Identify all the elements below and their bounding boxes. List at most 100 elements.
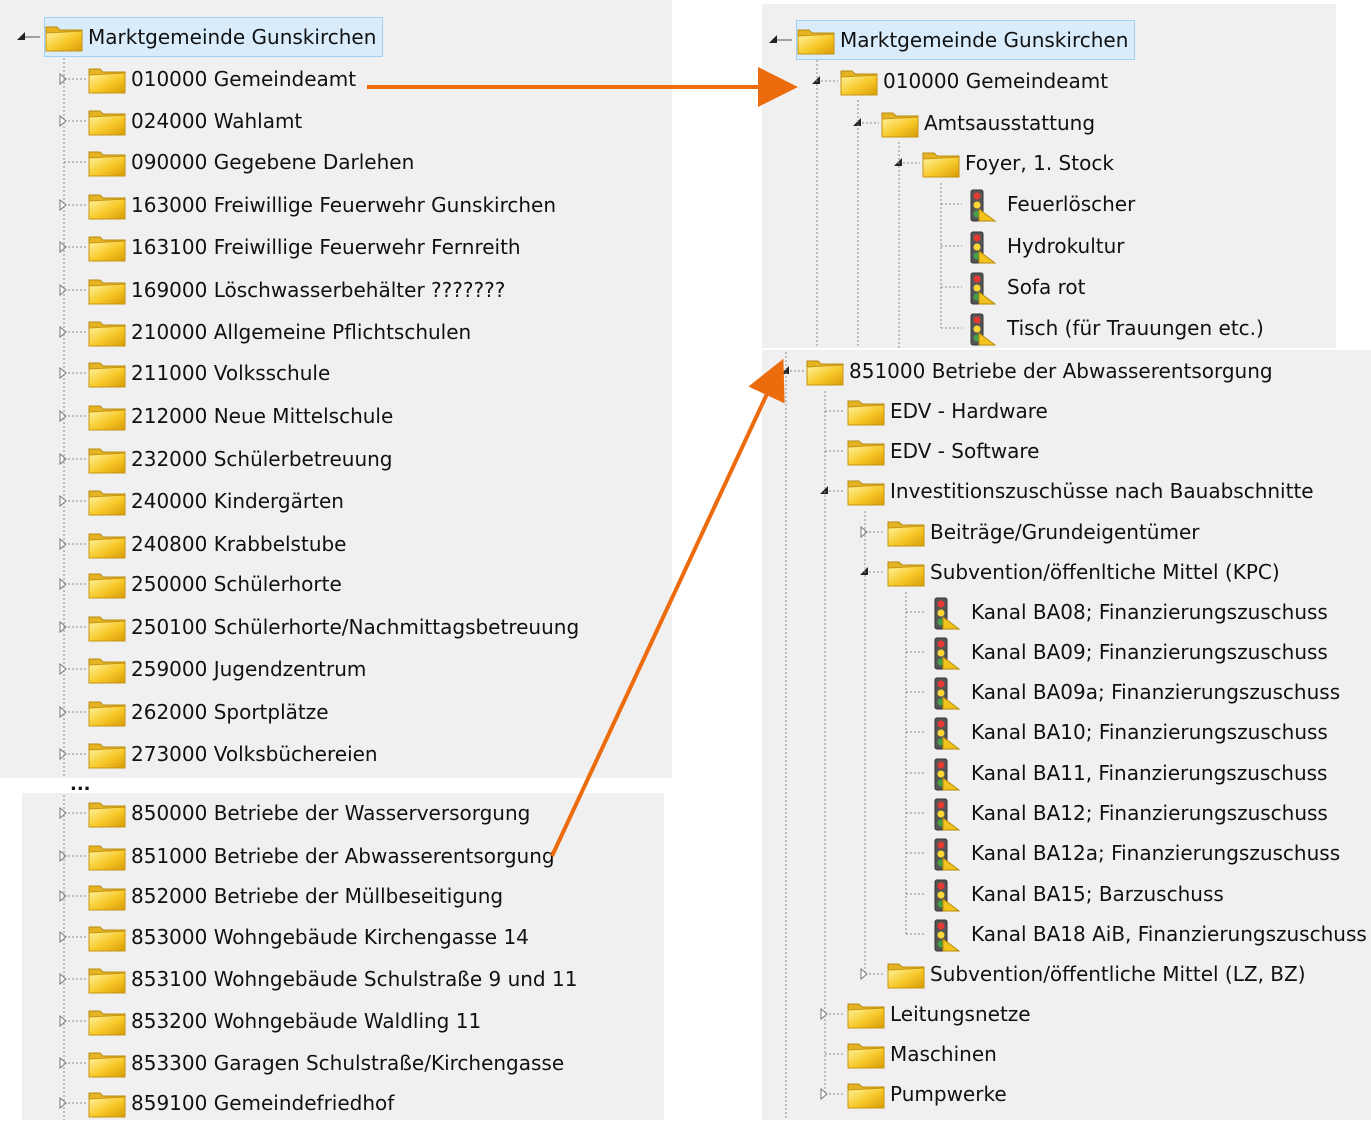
tree-item-label: 232000 Schülerbetreuung: [131, 447, 393, 471]
folder-icon: [88, 612, 126, 642]
folder-icon: [88, 529, 126, 559]
tree-item[interactable]: Leitungsnetze: [847, 994, 1031, 1034]
tree-item[interactable]: 163000 Freiwillige Feuerwehr Gunskirchen: [88, 185, 556, 225]
tree-item[interactable]: 273000 Volksbüchereien: [88, 734, 378, 774]
tree-item-label: 090000 Gegebene Darlehen: [131, 150, 415, 174]
tree-item[interactable]: 851000 Betriebe der Abwasserentsorgung: [806, 351, 1273, 391]
tree-item-label: 163000 Freiwillige Feuerwehr Gunskirchen: [131, 193, 557, 217]
tree-item[interactable]: Foyer, 1. Stock: [922, 143, 1114, 183]
traffic-light-icon: [928, 919, 966, 952]
tree-item[interactable]: 853200 Wohngebäude Waldling 11: [88, 1001, 481, 1041]
tree-item-label: 024000 Wahlamt: [131, 109, 303, 133]
tree-item-label: Kanal BA08; Finanzierungszuschuss: [971, 600, 1328, 624]
tree-item[interactable]: Beiträge/Grundeigentümer: [887, 512, 1199, 552]
tree-item-label: 211000 Volksschule: [131, 361, 331, 385]
tree-item-label: Amtsausstattung: [924, 111, 1096, 135]
tree-item[interactable]: Amtsausstattung: [881, 103, 1095, 143]
tree-item-label: 169000 Löschwasserbehälter ???????: [131, 278, 506, 302]
tree-item-label: 853200 Wohngebäude Waldling 11: [131, 1009, 482, 1033]
tree-item[interactable]: 024000 Wahlamt: [88, 101, 302, 141]
tree-item[interactable]: EDV - Software: [847, 431, 1039, 471]
tree-item[interactable]: Kanal BA18 AiB, Finanzierungszuschuss: [928, 914, 1367, 954]
tree-item[interactable]: Kanal BA15; Barzuschuss: [928, 874, 1224, 914]
folder-icon: [847, 396, 885, 426]
tree-item[interactable]: Tisch (für Trauungen etc.): [964, 308, 1264, 348]
folder-icon: [881, 108, 919, 138]
tree-item[interactable]: 853100 Wohngebäude Schulstraße 9 und 11: [88, 959, 577, 999]
tree-item-label: Maschinen: [890, 1042, 997, 1066]
folder-icon: [847, 1039, 885, 1069]
tree-item[interactable]: 859100 Gemeindefriedhof: [88, 1083, 394, 1123]
folder-icon: [88, 486, 126, 516]
tree-item[interactable]: Hydrokultur: [964, 226, 1125, 266]
tree-item[interactable]: Kanal BA11, Finanzierungszuschuss: [928, 753, 1327, 793]
tree-item[interactable]: Kanal BA12; Finanzierungszuschuss: [928, 793, 1328, 833]
tree-item-label: Kanal BA09; Finanzierungszuschuss: [971, 640, 1328, 664]
tree-item[interactable]: 212000 Neue Mittelschule: [88, 396, 393, 436]
folder-icon: [887, 959, 925, 989]
tree-item[interactable]: 853300 Garagen Schulstraße/Kirchengasse: [88, 1043, 564, 1083]
tree-item-label: Kanal BA11, Finanzierungszuschuss: [971, 761, 1328, 785]
tree-root[interactable]: Marktgemeinde Gunskirchen: [796, 20, 1136, 60]
tree-item[interactable]: 850000 Betriebe der Wasserversorgung: [88, 793, 530, 833]
tree-item[interactable]: 211000 Volksschule: [88, 353, 330, 393]
tree-item[interactable]: 853000 Wohngebäude Kirchengasse 14: [88, 917, 529, 957]
tree-item[interactable]: 262000 Sportplätze: [88, 692, 329, 732]
tree-item-label: EDV - Hardware: [890, 399, 1048, 423]
tree-item-label: 010000 Gemeindeamt: [883, 69, 1109, 93]
tree-item[interactable]: Sofa rot: [964, 267, 1085, 307]
tree-item[interactable]: Feuerlöscher: [964, 184, 1135, 224]
tree-item[interactable]: Maschinen: [847, 1034, 997, 1074]
tree-item[interactable]: 852000 Betriebe der Müllbeseitigung: [88, 876, 503, 916]
tree-item[interactable]: Kanal BA09a; Finanzierungszuschuss: [928, 672, 1340, 712]
folder-icon: [88, 964, 126, 994]
tree-item[interactable]: 163100 Freiwillige Feuerwehr Fernreith: [88, 227, 521, 267]
tree-item[interactable]: Investitionszuschüsse nach Bauabschnitte: [847, 471, 1314, 511]
folder-icon: [88, 922, 126, 952]
tree-item[interactable]: 250000 Schülerhorte: [88, 564, 342, 604]
tree-item[interactable]: Subvention/öffentliche Mittel (LZ, BZ): [887, 954, 1306, 994]
tree-root[interactable]: Marktgemeinde Gunskirchen: [44, 17, 384, 57]
tree-item[interactable]: 090000 Gegebene Darlehen: [88, 142, 414, 182]
tree-item[interactable]: 010000 Gemeindeamt: [840, 61, 1108, 101]
tree-item-label: Tisch (für Trauungen etc.): [1007, 316, 1264, 340]
tree-item-label: 850000 Betriebe der Wasserversorgung: [131, 801, 531, 825]
folder-icon: [88, 881, 126, 911]
tree-item[interactable]: EDV - Hardware: [847, 391, 1048, 431]
folder-icon: [88, 739, 126, 769]
folder-icon: [88, 1088, 126, 1118]
folder-icon: [847, 1079, 885, 1109]
tree-item[interactable]: Pumpwerke: [847, 1074, 1007, 1114]
tree-item[interactable]: 010000 Gemeindeamt: [88, 59, 356, 99]
tree-item[interactable]: 240800 Krabbelstube: [88, 524, 347, 564]
tree-item[interactable]: 259000 Jugendzentrum: [88, 649, 366, 689]
tree-item[interactable]: Kanal BA10; Finanzierungszuschuss: [928, 712, 1328, 752]
folder-icon: [88, 317, 126, 347]
folder-icon: [88, 654, 126, 684]
tree-item[interactable]: Kanal BA08; Finanzierungszuschuss: [928, 592, 1328, 632]
folder-icon: [847, 436, 885, 466]
tree-item-label: 851000 Betriebe der Abwasserentsorgung: [131, 844, 555, 868]
tree-item-label: Pumpwerke: [890, 1082, 1007, 1106]
folder-icon: [88, 1006, 126, 1036]
tree-item[interactable]: Subvention/öffenltiche Mittel (KPC): [887, 552, 1280, 592]
tree-item[interactable]: 851000 Betriebe der Abwasserentsorgung: [88, 836, 555, 876]
tree-item-label: Kanal BA18 AiB, Finanzierungszuschuss: [971, 922, 1367, 946]
tree-item[interactable]: 169000 Löschwasserbehälter ???????: [88, 270, 505, 310]
tree-item[interactable]: 250100 Schülerhorte/Nachmittagsbetreuung: [88, 607, 579, 647]
tree-item[interactable]: 210000 Allgemeine Pflichtschulen: [88, 312, 471, 352]
tree-item-label: Subvention/öffenltiche Mittel (KPC): [930, 560, 1280, 584]
traffic-light-icon: [964, 189, 1002, 222]
tree-item[interactable]: Kanal BA12a; Finanzierungszuschuss: [928, 833, 1340, 873]
tree-item-label: Feuerlöscher: [1007, 192, 1136, 216]
tree-item-label: 853300 Garagen Schulstraße/Kirchengasse: [131, 1051, 565, 1075]
tree-item[interactable]: 232000 Schülerbetreuung: [88, 439, 392, 479]
tree-item[interactable]: 240000 Kindergärten: [88, 481, 344, 521]
tree-item-label: Kanal BA09a; Finanzierungszuschuss: [971, 680, 1341, 704]
tree-item-label: 852000 Betriebe der Müllbeseitigung: [131, 884, 504, 908]
folder-icon: [88, 798, 126, 828]
tree-item-label: 262000 Sportplätze: [131, 700, 329, 724]
traffic-light-icon: [928, 677, 966, 710]
tree-item[interactable]: Kanal BA09; Finanzierungszuschuss: [928, 632, 1328, 672]
traffic-light-icon: [928, 838, 966, 871]
